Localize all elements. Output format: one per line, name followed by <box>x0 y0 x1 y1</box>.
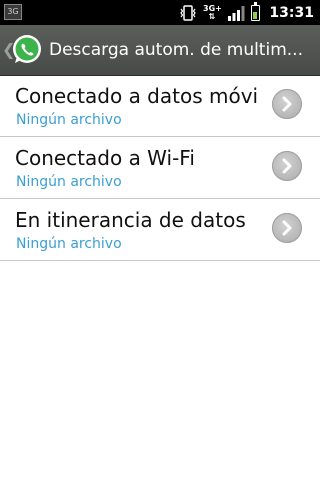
item-title: Conectado a datos móviles <box>15 84 260 108</box>
status-icons: 3G+ ⇅ <box>179 2 260 23</box>
battery-icon <box>251 2 260 21</box>
item-subtitle: Ningún archivo <box>16 236 122 252</box>
action-bar[interactable]: ❮ Descarga autom. de multim... <box>0 25 320 76</box>
signal-icon <box>228 6 245 21</box>
network-type-notification-icon: 3G <box>4 4 22 20</box>
status-bar: 3G 3G+ ⇅ 13:31 <box>0 0 320 25</box>
clock: 13:31 <box>269 5 314 21</box>
list-item-mobile-data[interactable]: Conectado a datos móviles Ningún archivo <box>0 75 320 137</box>
settings-list: Conectado a datos móviles Ningún archivo… <box>0 75 320 261</box>
whatsapp-icon[interactable] <box>11 34 43 66</box>
list-item-wifi[interactable]: Conectado a Wi-Fi Ningún archivo <box>0 137 320 199</box>
data-arrows-icon: ⇅ <box>208 12 216 21</box>
item-title: Conectado a Wi-Fi <box>15 146 195 170</box>
chevron-right-icon[interactable] <box>272 89 302 119</box>
chevron-right-icon[interactable] <box>272 213 302 243</box>
mobile-data-icon: 3G+ ⇅ <box>203 5 222 21</box>
list-item-roaming[interactable]: En itinerancia de datos Ningún archivo <box>0 199 320 261</box>
item-subtitle: Ningún archivo <box>16 112 122 128</box>
item-title: En itinerancia de datos <box>15 208 246 232</box>
page-title: Descarga autom. de multim... <box>49 40 303 60</box>
battery-level <box>253 12 257 19</box>
vibrate-icon <box>180 5 196 21</box>
chevron-right-icon[interactable] <box>272 151 302 181</box>
item-subtitle: Ningún archivo <box>16 174 122 190</box>
